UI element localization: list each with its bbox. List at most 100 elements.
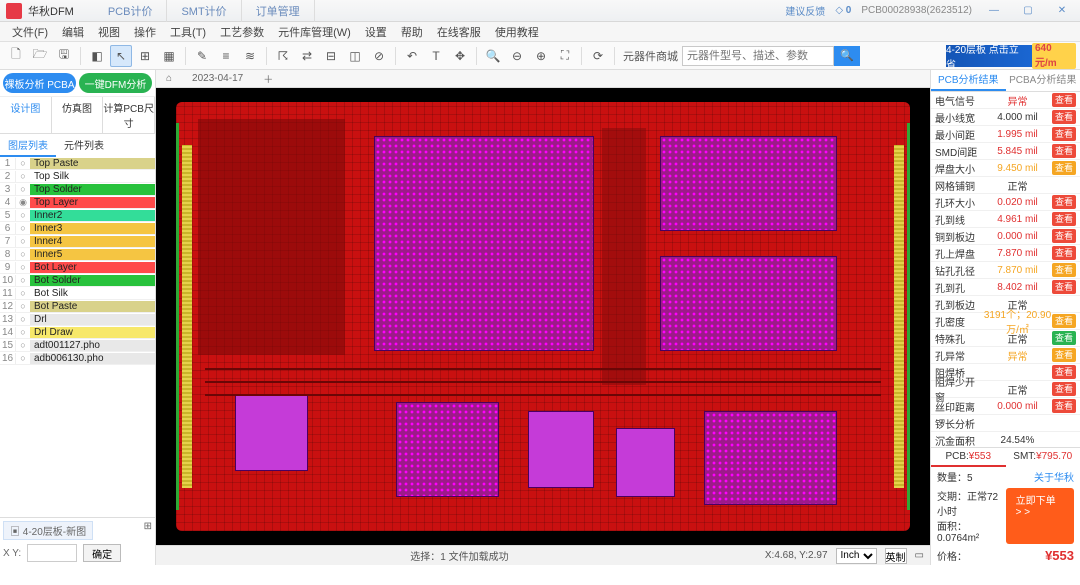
- price-tab-smt[interactable]: SMT:¥795.70: [1006, 448, 1080, 467]
- view-button[interactable]: 查看: [1052, 212, 1076, 226]
- tab-pcba-result[interactable]: PCBA分析结果: [1006, 70, 1080, 91]
- menu-item[interactable]: 文件(F): [6, 22, 54, 42]
- feedback-link[interactable]: 建议反馈: [785, 3, 825, 18]
- left-tab[interactable]: 计算PCB尺寸: [103, 97, 155, 133]
- order-now-button[interactable]: 立即下单 > >: [1006, 488, 1074, 544]
- tab-pcb-result[interactable]: PCB分析结果: [931, 70, 1006, 91]
- layer-row[interactable]: 6○Inner3: [0, 222, 155, 235]
- tool-f[interactable]: ⊟: [320, 45, 342, 67]
- view-button[interactable]: 查看: [1052, 348, 1076, 362]
- menu-item[interactable]: 帮助: [395, 22, 429, 42]
- layer-row[interactable]: 5○Inner2: [0, 209, 155, 222]
- view-button[interactable]: 查看: [1052, 144, 1076, 158]
- menu-item[interactable]: 工艺参数: [214, 22, 270, 42]
- view-button[interactable]: 查看: [1052, 110, 1076, 124]
- menu-item[interactable]: 元件库管理(W): [272, 22, 357, 42]
- promo-banner[interactable]: 4-20层板 点击立省640元/m: [946, 45, 1076, 67]
- new-icon[interactable]: 🗋: [5, 45, 27, 67]
- layer-row[interactable]: 10○Bot Solder: [0, 274, 155, 287]
- tool-g[interactable]: ◫: [344, 45, 366, 67]
- layer-row[interactable]: 8○Inner5: [0, 248, 155, 261]
- menu-item[interactable]: 操作: [128, 22, 162, 42]
- menu-item[interactable]: 设置: [359, 22, 393, 42]
- text-icon[interactable]: T: [425, 45, 447, 67]
- min-button[interactable]: —: [982, 5, 1006, 16]
- max-button[interactable]: ▢: [1016, 5, 1040, 16]
- analyze-pcba-button[interactable]: 裸板分析 PCBA: [3, 73, 76, 93]
- zoom-icon[interactable]: 🔍: [482, 45, 504, 67]
- left-tab[interactable]: 仿真图: [52, 97, 104, 133]
- unit-system-button[interactable]: 英制: [885, 548, 907, 564]
- fit-icon[interactable]: ⛶: [554, 45, 576, 67]
- open-icon[interactable]: 🗁: [29, 45, 51, 67]
- view-button[interactable]: 查看: [1052, 127, 1076, 141]
- tool-b[interactable]: ⊞: [134, 45, 156, 67]
- view-button[interactable]: 查看: [1052, 314, 1076, 328]
- home-icon[interactable]: ⌂: [166, 73, 172, 84]
- price-tab-pcb[interactable]: PCB:¥553: [931, 448, 1006, 467]
- zoomout-icon[interactable]: ⊖: [506, 45, 528, 67]
- dfm-analyze-button[interactable]: 一键DFM分析: [79, 73, 152, 93]
- layer-row[interactable]: 12○Bot Paste: [0, 300, 155, 313]
- brush-icon[interactable]: ✎: [191, 45, 213, 67]
- layer-row[interactable]: 2○Top Silk: [0, 170, 155, 183]
- top-tab[interactable]: SMT计价: [167, 0, 241, 22]
- cursor-icon[interactable]: ↖: [110, 45, 132, 67]
- sub-tab[interactable]: 元件列表: [56, 134, 112, 157]
- confirm-button[interactable]: 确定: [83, 544, 121, 562]
- unit-select[interactable]: Inch: [836, 548, 877, 564]
- status-expand-icon[interactable]: ▭: [915, 550, 924, 561]
- refresh-icon[interactable]: ⟳: [587, 45, 609, 67]
- msg-count[interactable]: ◇ 0: [835, 5, 851, 16]
- share-icon[interactable]: ☈: [272, 45, 294, 67]
- add-tab-icon[interactable]: ＋: [263, 71, 273, 86]
- pcb-canvas[interactable]: [156, 88, 930, 545]
- view-button[interactable]: 查看: [1052, 280, 1076, 294]
- layer-row[interactable]: 11○Bot Silk: [0, 287, 155, 300]
- tool-c[interactable]: ▦: [158, 45, 180, 67]
- view-button[interactable]: 查看: [1052, 263, 1076, 277]
- xy-input[interactable]: [27, 544, 77, 562]
- view-tag[interactable]: ▣ 4-20层板-新图: [3, 521, 93, 540]
- layer-row[interactable]: 1○Top Paste: [0, 157, 155, 170]
- save-icon[interactable]: 🖫: [53, 45, 75, 67]
- layer-row[interactable]: 3○Top Solder: [0, 183, 155, 196]
- menu-item[interactable]: 工具(T): [164, 22, 212, 42]
- search-button[interactable]: 🔍: [834, 46, 860, 66]
- undo-icon[interactable]: ↶: [401, 45, 423, 67]
- layer-row[interactable]: 13○Drl: [0, 313, 155, 326]
- about-link[interactable]: 关于华秋: [1034, 469, 1074, 484]
- layer-row[interactable]: 16○adb006130.pho: [0, 352, 155, 365]
- view-button[interactable]: 查看: [1052, 365, 1076, 379]
- expand-icon[interactable]: ⊞: [144, 521, 152, 532]
- view-button[interactable]: 查看: [1052, 399, 1076, 413]
- menu-item[interactable]: 编辑: [56, 22, 90, 42]
- layer-row[interactable]: 9○Bot Layer: [0, 261, 155, 274]
- tool-e[interactable]: ≋: [239, 45, 261, 67]
- layer-row[interactable]: 14○Drl Draw: [0, 326, 155, 339]
- top-tab[interactable]: PCB计价: [94, 0, 168, 22]
- zoomin-icon[interactable]: ⊕: [530, 45, 552, 67]
- tool-a[interactable]: ◧: [86, 45, 108, 67]
- menu-item[interactable]: 视图: [92, 22, 126, 42]
- tool-d[interactable]: ≡: [215, 45, 237, 67]
- left-tab[interactable]: 设计图: [0, 97, 52, 133]
- menu-item[interactable]: 在线客服: [431, 22, 487, 42]
- view-button[interactable]: 查看: [1052, 246, 1076, 260]
- view-button[interactable]: 查看: [1052, 195, 1076, 209]
- view-button[interactable]: 查看: [1052, 229, 1076, 243]
- move-icon[interactable]: ✥: [449, 45, 471, 67]
- layer-row[interactable]: 15○adt001127.pho: [0, 339, 155, 352]
- top-tab[interactable]: 订单管理: [242, 0, 315, 22]
- delete-icon[interactable]: ⊘: [368, 45, 390, 67]
- layer-row[interactable]: 4◉Top Layer: [0, 196, 155, 209]
- close-button[interactable]: ✕: [1050, 5, 1074, 16]
- view-button[interactable]: 查看: [1052, 382, 1076, 396]
- menu-item[interactable]: 使用教程: [489, 22, 545, 42]
- view-button[interactable]: 查看: [1052, 93, 1076, 107]
- view-button[interactable]: 查看: [1052, 331, 1076, 345]
- sub-tab[interactable]: 图层列表: [0, 134, 56, 157]
- search-input[interactable]: [682, 46, 834, 66]
- swap-icon[interactable]: ⇄: [296, 45, 318, 67]
- view-button[interactable]: 查看: [1052, 161, 1076, 175]
